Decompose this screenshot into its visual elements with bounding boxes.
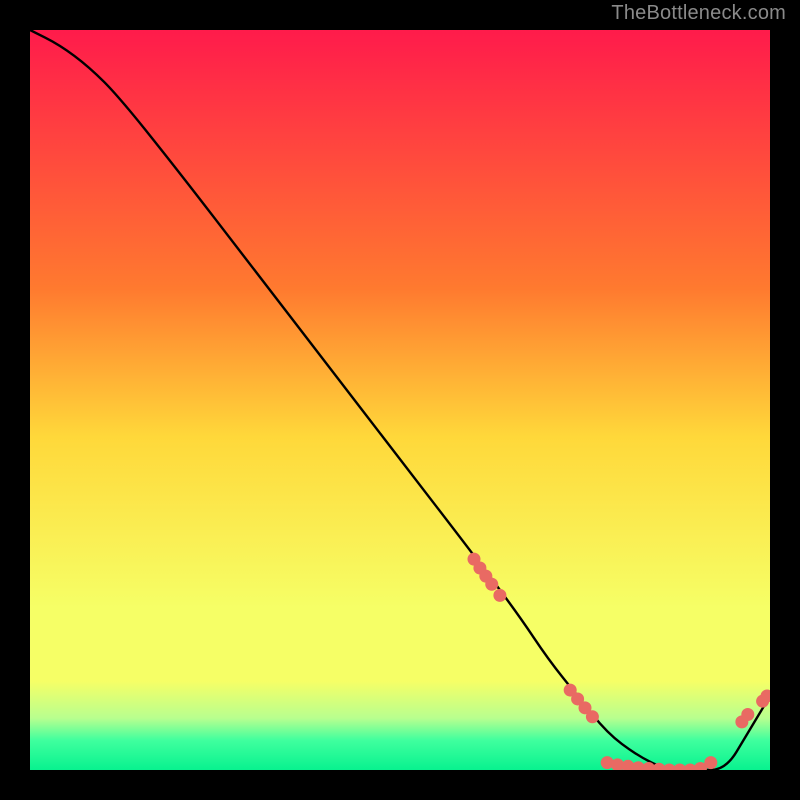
data-marker <box>741 708 754 721</box>
data-marker <box>493 589 506 602</box>
attribution-label: TheBottleneck.com <box>611 2 786 25</box>
chart-stage: TheBottleneck.com <box>0 0 800 800</box>
data-marker <box>704 756 717 769</box>
plot-area <box>30 30 770 770</box>
gradient-background <box>30 30 770 770</box>
chart-svg <box>30 30 770 770</box>
data-marker <box>586 710 599 723</box>
data-marker <box>485 578 498 591</box>
